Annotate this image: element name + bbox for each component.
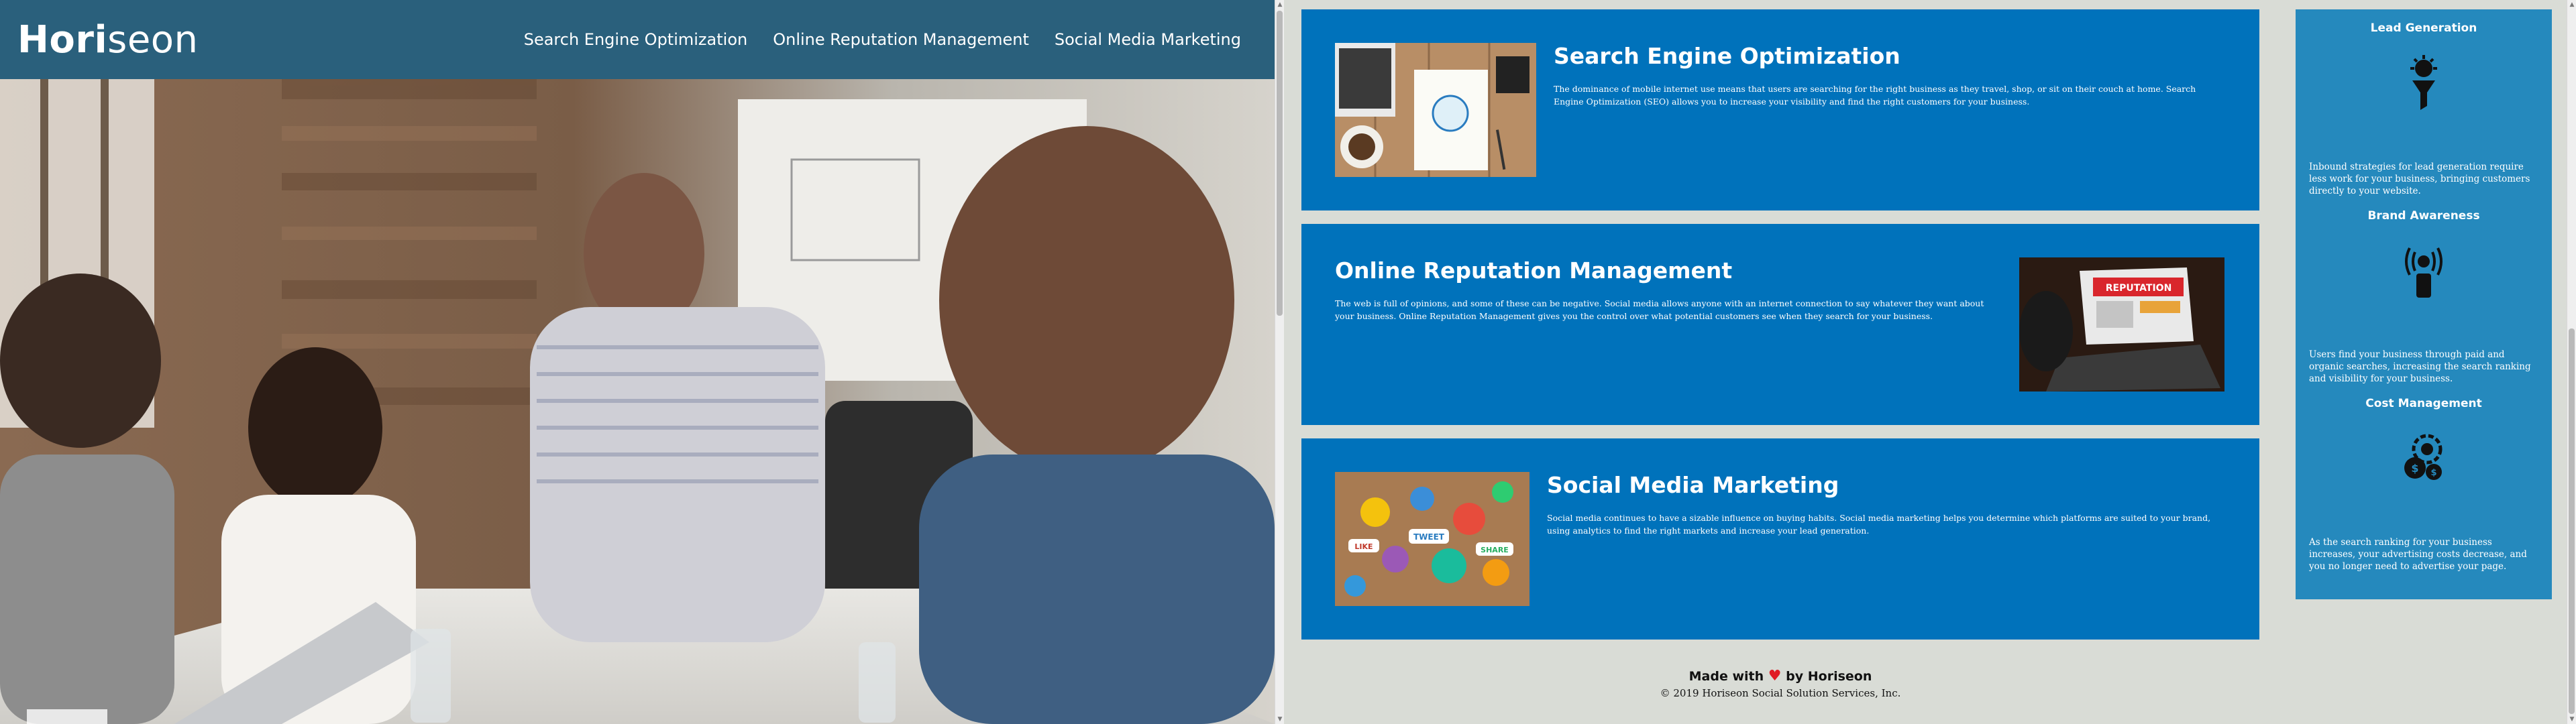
hero-image xyxy=(0,79,1275,724)
seo-body: The dominance of mobile internet use mea… xyxy=(1554,84,2196,107)
left-scrollbar-thumb[interactable] xyxy=(1277,11,1283,316)
social-title: Social Media Marketing xyxy=(1547,472,1839,498)
social-image-label-share: SHARE xyxy=(1481,546,1509,554)
social-image-label-like: LIKE xyxy=(1354,542,1373,551)
site-footer: Made with ♥ by Horiseon © 2019 Horiseon … xyxy=(1301,668,2259,699)
seo-title: Search Engine Optimization xyxy=(1554,43,1900,69)
reputation-title: Online Reputation Management xyxy=(1335,257,1733,284)
reputation-image-text: REPUTATION xyxy=(2106,283,2172,294)
scroll-up-arrow-icon[interactable]: ▲ xyxy=(1275,0,1285,9)
seo-workspace-image xyxy=(1335,43,1536,177)
site-header: Horiseon Search Engine Optimization Onli… xyxy=(0,0,1275,79)
footer-by-text: by Horiseon xyxy=(1786,669,1872,684)
seo-section: Search Engine Optimization The dominance… xyxy=(1301,9,2259,210)
left-scrollbar[interactable]: ▲ ▼ xyxy=(1275,0,1284,724)
site-logo[interactable]: Horiseon xyxy=(17,18,199,62)
footer-made-with: Made with ♥ by Horiseon xyxy=(1301,668,2259,684)
main-nav: Search Engine Optimization Online Reputa… xyxy=(524,30,1241,49)
right-browser-pane: Search Engine Optimization The dominance… xyxy=(1284,0,2567,724)
scroll-down-arrow-icon[interactable]: ▼ xyxy=(2567,715,2576,724)
social-body: Social media continues to have a sizable… xyxy=(1547,513,2211,536)
right-scrollbar[interactable]: ▲ ▼ xyxy=(2567,0,2576,724)
reputation-body: The web is full of opinions, and some of… xyxy=(1335,298,1984,321)
brand-awareness-title: Brand Awareness xyxy=(2367,209,2480,223)
scroll-up-arrow-icon[interactable]: ▲ xyxy=(2567,0,2576,9)
hero-team-meeting-image xyxy=(0,79,1275,724)
social-section: TWEET LIKE SHARE Social Media Marketing … xyxy=(1301,438,2259,640)
heart-icon: ♥ xyxy=(1768,668,1782,684)
lead-generation-body: Inbound strategies for lead generation r… xyxy=(2309,162,2530,196)
cost-management-title: Cost Management xyxy=(2365,397,2482,410)
left-browser-pane: Horiseon Search Engine Optimization Onli… xyxy=(0,0,1275,724)
cost-management-body: As the search ranking for your business … xyxy=(2309,537,2527,572)
nav-link-social[interactable]: Social Media Marketing xyxy=(1055,30,1241,49)
social-media-collage-image: TWEET LIKE SHARE xyxy=(1335,472,1529,606)
benefit-cost-management: Cost Management $ $ As the search rankin… xyxy=(2296,397,2552,572)
footer-copyright: © 2019 Horiseon Social Solution Services… xyxy=(1660,687,1901,699)
scroll-down-arrow-icon[interactable]: ▼ xyxy=(1275,715,1285,724)
lead-generation-icon xyxy=(2400,54,2447,114)
benefit-brand-awareness: Brand Awareness Users find your business… xyxy=(2296,209,2552,384)
brand-awareness-icon xyxy=(2400,241,2447,302)
lead-generation-title: Lead Generation xyxy=(2370,21,2477,35)
cost-management-icon: $ $ xyxy=(2400,429,2447,489)
reputation-laptop-image: REPUTATION xyxy=(2019,257,2224,391)
social-image-label-tweet: TWEET xyxy=(1413,532,1445,542)
right-scrollbar-thumb[interactable] xyxy=(2569,328,2575,714)
nav-link-seo[interactable]: Search Engine Optimization xyxy=(524,30,748,49)
reputation-section: Online Reputation Management The web is … xyxy=(1301,224,2259,425)
svg-text:$: $ xyxy=(2430,468,2436,478)
brand-awareness-body: Users find your business through paid an… xyxy=(2309,349,2531,384)
benefit-lead-generation: Lead Generation Inbound strategies for l… xyxy=(2296,21,2552,196)
benefits-sidebar: Lead Generation Inbound strategies for l… xyxy=(2296,9,2552,599)
svg-text:$: $ xyxy=(2411,462,2418,475)
logo-accent-text: seon xyxy=(107,17,199,62)
nav-link-reputation[interactable]: Online Reputation Management xyxy=(773,30,1029,49)
footer-made-with-text: Made with xyxy=(1688,669,1764,684)
logo-main-text: Hori xyxy=(17,17,108,62)
